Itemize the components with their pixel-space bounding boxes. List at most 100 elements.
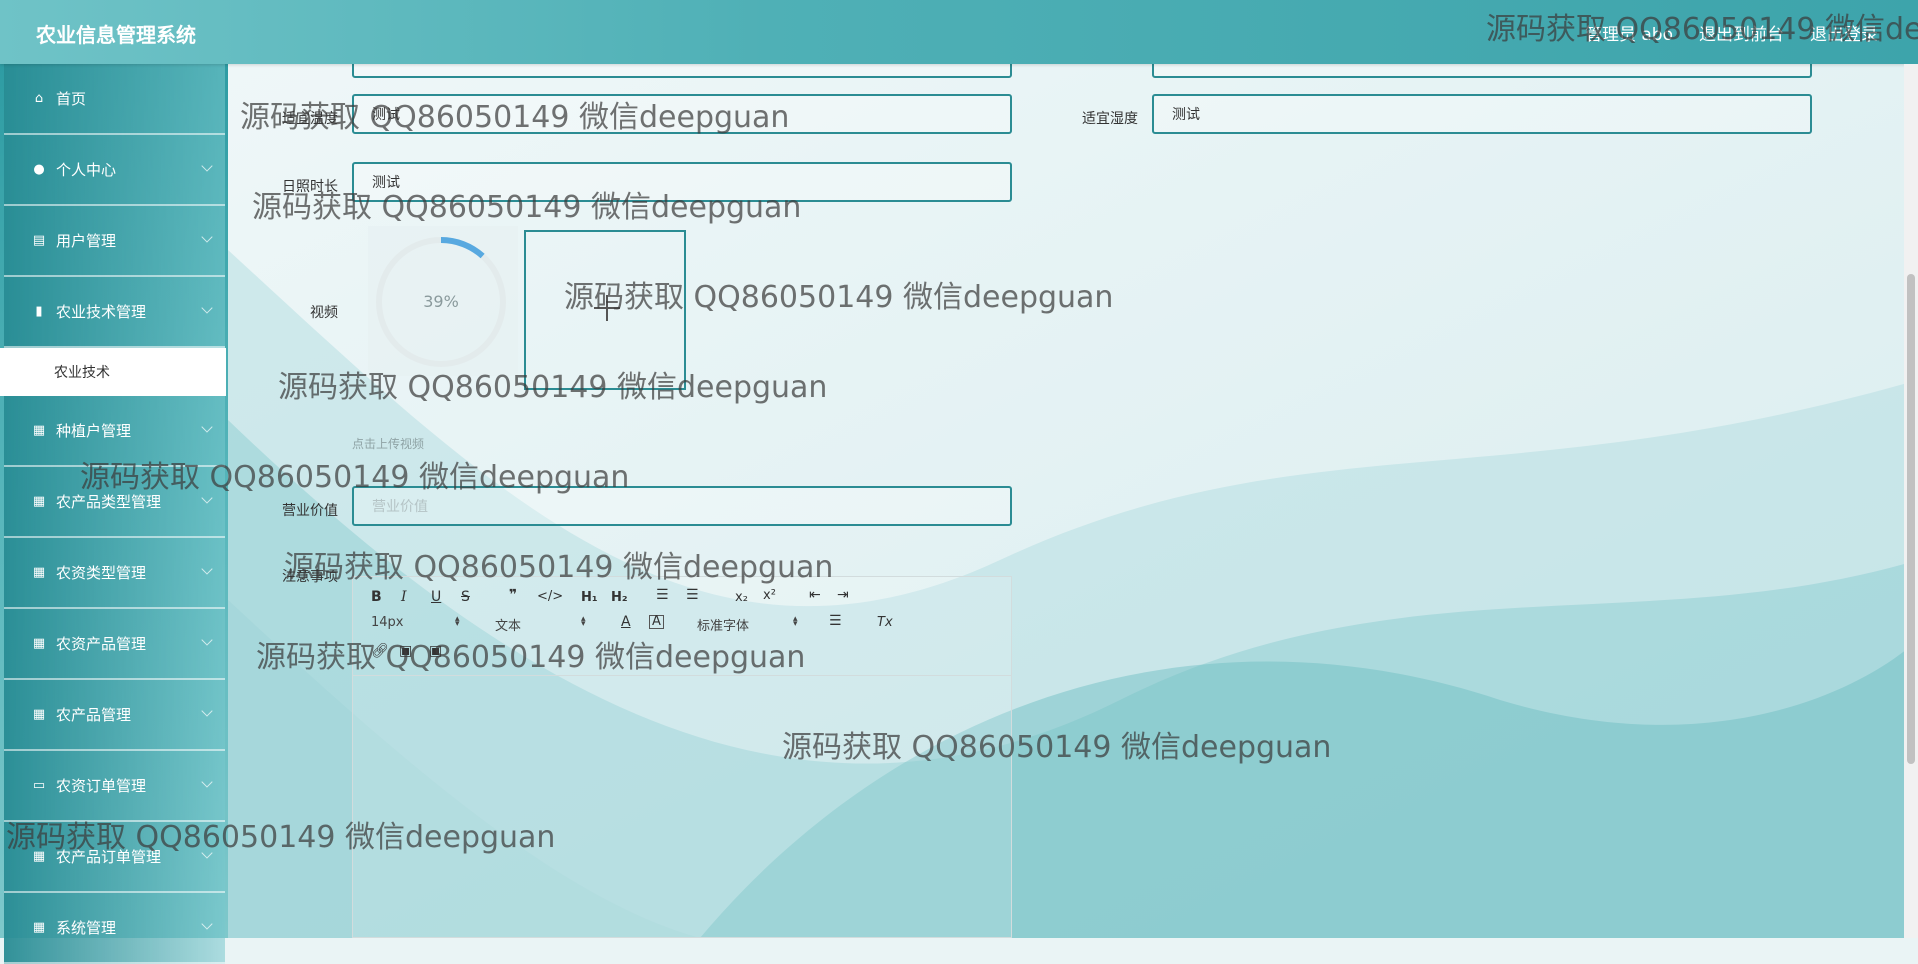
- clear-format-icon[interactable]: Tx: [877, 615, 893, 630]
- sidebar-item[interactable]: ▭ 农资订单管理: [4, 751, 225, 822]
- sidebar-item[interactable]: ▦ 农产品管理: [4, 680, 225, 751]
- font-color-icon[interactable]: A: [621, 614, 631, 630]
- sidebar-item-label: 个人中心: [56, 161, 117, 179]
- indent-decrease-icon[interactable]: ⇤: [809, 587, 821, 603]
- video-icon[interactable]: ▣: [429, 643, 442, 659]
- sidebar-item-label: 首页: [56, 90, 87, 108]
- italic-icon[interactable]: I: [401, 589, 407, 605]
- sidebar-item[interactable]: ▦ 种植户管理: [4, 396, 225, 467]
- edit-form: 适宜温度 测试 适宜湿度 测试 日照时长 测试 视频 39% 点击上传视频 营业…: [228, 38, 1908, 938]
- chevron-down-icon: [201, 160, 213, 172]
- sidebar-item-label: 农产品管理: [56, 706, 132, 724]
- admin-user-link[interactable]: 管理员 abo: [1585, 20, 1673, 45]
- chevron-down-icon: [201, 847, 213, 859]
- humidity-input[interactable]: 测试: [1152, 94, 1812, 134]
- ordered-list-icon[interactable]: ☰: [656, 587, 669, 603]
- chevron-down-icon: [201, 231, 213, 243]
- text-style-value: 文本: [495, 619, 522, 634]
- font-size-select[interactable]: 14px ▴ ▾: [371, 614, 463, 631]
- value-label: 营业价值: [282, 503, 338, 519]
- progress-percent: 39%: [423, 292, 459, 311]
- grid-icon: ▦: [32, 565, 46, 580]
- video-label: 视频: [310, 305, 338, 321]
- clipboard-icon: ▤: [32, 233, 46, 248]
- temperature-input[interactable]: 测试: [352, 94, 1012, 134]
- select-arrow-icon: ▴ ▾: [793, 614, 798, 629]
- header-links: 管理员 abo 退出到前台 退出登录: [1585, 20, 1878, 45]
- bar-chart-icon: ▮: [35, 304, 43, 319]
- font-family-select[interactable]: 标准字体 ▴ ▾: [697, 614, 799, 635]
- select-arrow-icon: ▴ ▾: [581, 614, 586, 629]
- sidebar-item-label: 农产品类型管理: [56, 493, 162, 511]
- underline-icon[interactable]: U: [431, 589, 441, 605]
- heading2-icon[interactable]: H₂: [611, 590, 628, 605]
- chevron-down-icon: [201, 563, 213, 575]
- rich-text-editor[interactable]: B I U S ❞ </> H₁ H₂ ☰ ☰ x₂ x² ⇤ ⇥ 14px ▴…: [352, 576, 1012, 938]
- grid-icon: ▦: [32, 494, 46, 509]
- sidebar-item[interactable]: ▦ 系统管理: [4, 893, 225, 964]
- select-arrow-icon: ▴ ▾: [455, 614, 460, 629]
- chevron-down-icon: [201, 705, 213, 717]
- user-icon: ●: [33, 162, 45, 177]
- align-icon[interactable]: ☰: [829, 613, 842, 629]
- link-icon[interactable]: 🔗︎: [371, 643, 389, 659]
- humidity-label: 适宜湿度: [1082, 111, 1138, 127]
- sidebar-item-label: 系统管理: [56, 919, 117, 937]
- chevron-down-icon: [201, 776, 213, 788]
- grid-icon: ▦: [32, 636, 46, 651]
- upload-hint: 点击上传视频: [352, 437, 425, 451]
- upload-progress: 39%: [368, 226, 518, 376]
- sidebar-item-label: 农资产品管理: [56, 635, 147, 653]
- scrollbar-thumb[interactable]: [1907, 274, 1915, 764]
- value-input[interactable]: 营业价值: [352, 486, 1012, 526]
- chevron-down-icon: [201, 421, 213, 433]
- top-header: 农业信息管理系统 管理员 abo 退出到前台 退出登录: [0, 0, 1918, 64]
- code-block-icon[interactable]: </>: [537, 589, 563, 604]
- sidebar-item[interactable]: ▦ 农资类型管理: [4, 538, 225, 609]
- subscript-icon[interactable]: x₂: [735, 590, 748, 605]
- exit-to-frontend-link[interactable]: 退出到前台: [1699, 20, 1784, 45]
- font-size-value: 14px: [371, 615, 404, 630]
- sidebar-item[interactable]: ▦ 农产品订单管理: [4, 822, 225, 893]
- sidebar-item-label: 农资订单管理: [56, 777, 147, 795]
- sidebar-item-label: 农资类型管理: [56, 564, 147, 582]
- sidebar: ⌂ 首页 ● 个人中心 ▤ 用户管理 ▮ 农业技术管理 农业技术 ▦ 种植户管理 ▦ 农产品类型管理 ▦ 农…: [0, 64, 228, 964]
- page-scrollbar[interactable]: [1904, 64, 1918, 938]
- superscript-icon[interactable]: x²: [763, 588, 776, 603]
- sidebar-item-label: 农业技术管理: [56, 303, 147, 321]
- plus-icon-vertical: [606, 295, 608, 321]
- grid-icon: ▦: [32, 849, 46, 864]
- chevron-down-icon: [201, 918, 213, 930]
- editor-toolbar: B I U S ❞ </> H₁ H₂ ☰ ☰ x₂ x² ⇤ ⇥ 14px ▴…: [353, 577, 1011, 676]
- monitor-icon: ▭: [32, 778, 46, 793]
- grid-icon: ▦: [32, 920, 46, 935]
- bold-icon[interactable]: B: [371, 589, 382, 605]
- sidebar-item[interactable]: ● 个人中心: [4, 135, 225, 206]
- sidebar-item-label: 农产品订单管理: [56, 848, 162, 866]
- sidebar-item[interactable]: ▦ 农产品类型管理: [4, 467, 225, 538]
- strikethrough-icon[interactable]: S: [461, 589, 470, 605]
- heading1-icon[interactable]: H₁: [581, 590, 598, 605]
- sunlight-label: 日照时长: [282, 179, 338, 195]
- sidebar-item[interactable]: ▦ 农资产品管理: [4, 609, 225, 680]
- logout-link[interactable]: 退出登录: [1810, 20, 1878, 45]
- indent-increase-icon[interactable]: ⇥: [837, 587, 849, 603]
- text-style-select[interactable]: 文本 ▴ ▾: [495, 614, 587, 635]
- chevron-down-icon: [201, 302, 213, 314]
- sidebar-item[interactable]: ▮ 农业技术管理: [4, 277, 225, 348]
- image-icon[interactable]: ▣: [399, 643, 412, 659]
- sidebar-item-label: 用户管理: [56, 232, 117, 250]
- sidebar-item[interactable]: ▤ 用户管理: [4, 206, 225, 277]
- sunlight-input[interactable]: 测试: [352, 162, 1012, 202]
- sidebar-subitem-active[interactable]: 农业技术: [0, 348, 226, 396]
- video-upload-box[interactable]: [524, 230, 686, 390]
- background-color-icon[interactable]: A: [649, 615, 664, 629]
- notes-label: 注意事项: [282, 569, 338, 585]
- blockquote-icon[interactable]: ❞: [509, 587, 517, 603]
- bullet-list-icon[interactable]: ☰: [686, 587, 699, 603]
- sidebar-item-label: 种植户管理: [56, 422, 132, 440]
- chevron-down-icon: [201, 492, 213, 504]
- sidebar-item[interactable]: ⌂ 首页: [4, 64, 225, 135]
- grid-icon: ▦: [32, 707, 46, 722]
- font-family-value: 标准字体: [697, 619, 750, 634]
